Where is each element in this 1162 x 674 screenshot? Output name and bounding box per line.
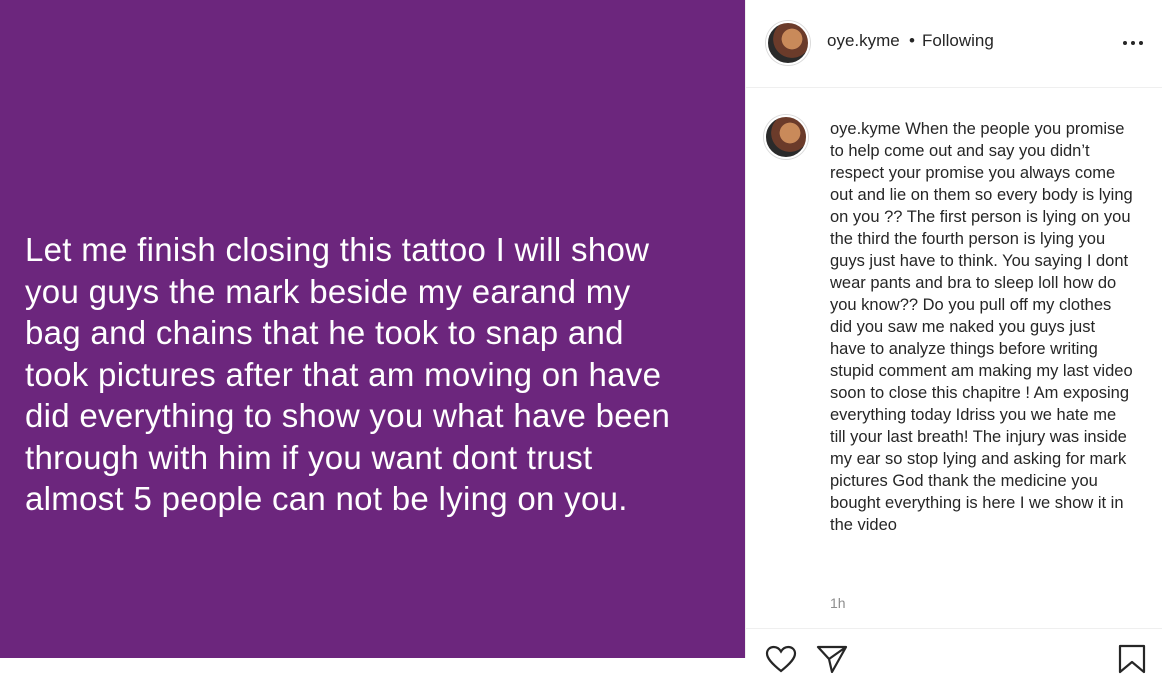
following-button[interactable]: Following — [922, 31, 994, 51]
post-timestamp[interactable]: 1h — [830, 595, 846, 611]
separator-dot: • — [909, 31, 915, 50]
paper-plane-icon[interactable] — [816, 645, 848, 673]
more-horizontal-icon[interactable] — [1121, 32, 1145, 52]
post-caption: oye.kyme When the people you promise to … — [830, 118, 1135, 536]
username-link[interactable]: oye.kyme — [827, 31, 900, 51]
post-header: oye.kyme • Following — [746, 0, 1162, 88]
heart-icon[interactable] — [765, 645, 797, 673]
caption-text: When the people you promise to help come… — [830, 120, 1133, 534]
bookmark-icon[interactable] — [1117, 644, 1147, 674]
post-image-text: Let me finish closing this tattoo I will… — [25, 231, 671, 517]
avatar[interactable] — [766, 21, 810, 65]
caption-username-link[interactable]: oye.kyme — [830, 120, 901, 138]
post-details-panel: oye.kyme • Following oye.kyme When the p… — [745, 0, 1162, 674]
caption-avatar[interactable] — [764, 115, 808, 159]
action-bar — [746, 628, 1162, 674]
post-image[interactable]: Let me finish closing this tattoo I will… — [0, 0, 745, 658]
